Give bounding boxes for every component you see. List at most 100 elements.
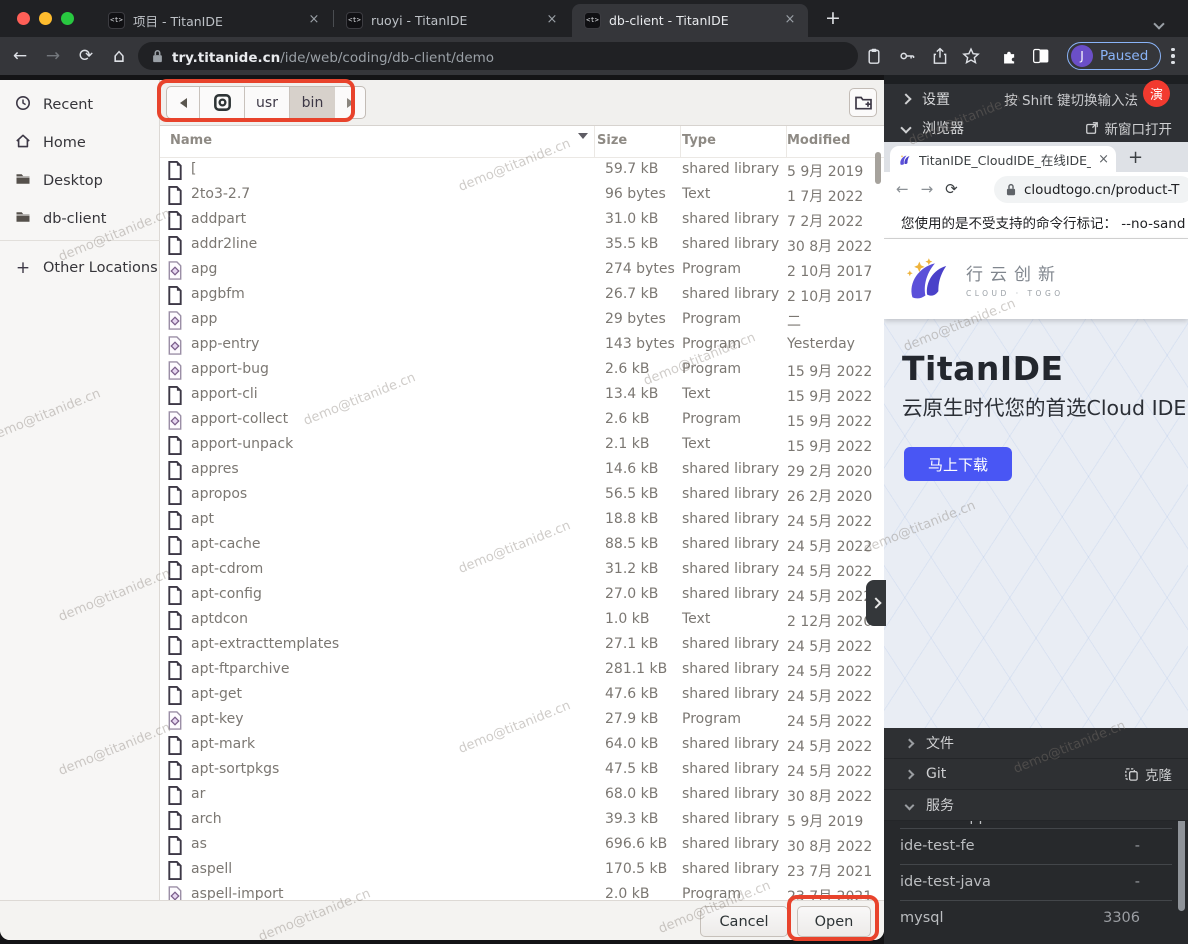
file-row-aspell[interactable]: aspell170.5 kBshared library23 7月 2021 — [160, 858, 884, 883]
file-row-appres[interactable]: appres14.6 kBshared library29 2月 2020 — [160, 458, 884, 483]
file-row-apt-cache[interactable]: apt-cache88.5 kBshared library24 5月 2022 — [160, 533, 884, 558]
file-row-apport-unpack[interactable]: apport-unpack2.1 kBText15 9月 2022 — [160, 433, 884, 458]
file-row-apt-cdrom[interactable]: apt-cdrom31.2 kBshared library24 5月 2022 — [160, 558, 884, 583]
files-section-row[interactable]: 文件 — [884, 728, 1188, 759]
tab-close-icon[interactable]: × — [782, 13, 798, 29]
sidebar-item-home[interactable]: Home — [0, 125, 160, 161]
file-row-[[interactable]: [59.7 kBshared library5 9月 2019 — [160, 158, 884, 183]
demo-badge[interactable]: 演 — [1143, 80, 1170, 107]
sidebar-item-db-client[interactable]: db-client — [0, 201, 160, 237]
computer-location-button[interactable] — [200, 87, 245, 118]
profile-paused-pill[interactable]: J Paused — [1067, 42, 1161, 70]
file-row-apg[interactable]: apg274 bytesProgram2 10月 2017 — [160, 258, 884, 283]
tab-close-icon[interactable]: × — [544, 13, 560, 29]
file-row-apt-ftparchive[interactable]: apt-ftparchive281.1 kBshared library24 5… — [160, 658, 884, 683]
file-row-apt-sortpkgs[interactable]: apt-sortpkgs47.5 kBshared library24 5月 2… — [160, 758, 884, 783]
services-section-row[interactable]: 服务 — [884, 790, 1188, 821]
embedded-tab-close-icon[interactable]: × — [1098, 152, 1109, 167]
open-button[interactable]: Open — [797, 906, 871, 937]
path-segment-bin[interactable]: bin — [290, 87, 335, 118]
embedded-address-bar[interactable]: cloudtogo.cn/product-T — [994, 176, 1188, 203]
file-modified: 30 8月 2022 — [787, 786, 872, 806]
column-header-size[interactable]: Size — [597, 133, 627, 148]
new-folder-button[interactable] — [849, 88, 877, 117]
reload-button[interactable]: ⟳ — [73, 43, 99, 69]
open-new-window-button[interactable]: 新窗口打开 — [1085, 118, 1173, 138]
file-row-apt[interactable]: apt18.8 kBshared library24 5月 2022 — [160, 508, 884, 533]
browser-tab-3[interactable]: <t>db-client - TitanIDE× — [572, 4, 808, 37]
path-forward-button[interactable] — [335, 87, 365, 118]
file-type: shared library — [682, 586, 779, 602]
file-modified: 23 7月 2021 — [787, 886, 872, 900]
embedded-forward-button[interactable]: → — [921, 180, 934, 198]
browser-section-row[interactable]: 浏览器 新窗口打开 — [884, 113, 1188, 142]
bookmark-star-icon[interactable] — [959, 44, 983, 68]
sidebar-item-other-locations[interactable]: + Other Locations — [0, 250, 160, 286]
file-size: 274 bytes — [605, 261, 675, 277]
file-row-apt-config[interactable]: apt-config27.0 kBshared library24 5月 202… — [160, 583, 884, 608]
maximize-window-button[interactable] — [61, 12, 74, 25]
embedded-reload-button[interactable]: ⟳ — [945, 180, 958, 198]
share-icon[interactable] — [928, 44, 952, 68]
file-row-apport-bug[interactable]: apport-bug2.6 kBProgram15 9月 2022 — [160, 358, 884, 383]
file-row-apport-cli[interactable]: apport-cli13.4 kBText15 9月 2022 — [160, 383, 884, 408]
file-row-arch[interactable]: arch39.3 kBshared library5 9月 2019 — [160, 808, 884, 833]
address-bar[interactable]: try.titanide.cn/ide/web/coding/db-client… — [138, 42, 858, 70]
file-list-scrollbar[interactable] — [875, 152, 881, 184]
home-icon — [15, 133, 31, 153]
download-now-button[interactable]: 马上下载 — [904, 447, 1012, 481]
back-button[interactable]: ← — [7, 43, 33, 69]
file-row-apropos[interactable]: apropos56.5 kBshared library26 2月 2020 — [160, 483, 884, 508]
settings-section-row[interactable]: 设置 按 Shift 键切换输入法 — [884, 84, 1188, 113]
services-scrollbar[interactable] — [1178, 816, 1185, 911]
minimize-window-button[interactable] — [39, 12, 52, 25]
panel-collapse-handle[interactable] — [866, 580, 886, 626]
embedded-browser-tab[interactable]: TitanIDE_CloudIDE_在线IDE_ × — [890, 146, 1116, 172]
file-row-apport-collect[interactable]: apport-collect2.6 kBProgram15 9月 2022 — [160, 408, 884, 433]
file-row-app[interactable]: app29 bytesProgram二 — [160, 308, 884, 333]
file-size: 2.1 kB — [605, 436, 649, 452]
file-row-addpart[interactable]: addpart31.0 kBshared library7 2月 2022 — [160, 208, 884, 233]
git-clone-button[interactable]: 克隆 — [1124, 764, 1172, 784]
git-section-row[interactable]: Git 克隆 — [884, 759, 1188, 790]
file-row-apt-mark[interactable]: apt-mark64.0 kBshared library24 5月 2022 — [160, 733, 884, 758]
password-key-icon[interactable] — [895, 44, 919, 68]
file-row-aptdcon[interactable]: aptdcon1.0 kBText2 12月 2020 — [160, 608, 884, 633]
extensions-puzzle-icon[interactable] — [997, 44, 1021, 68]
sidebar-item-desktop[interactable]: Desktop — [0, 163, 160, 199]
file-row-apt-key[interactable]: apt-key27.9 kBProgram24 5月 2022 — [160, 708, 884, 733]
tab-title: 项目 - TitanIDE — [133, 11, 298, 30]
browser-tab-2[interactable]: <t>ruoyi - TitanIDE× — [334, 4, 570, 37]
forward-button[interactable]: → — [40, 43, 66, 69]
cancel-button[interactable]: Cancel — [700, 906, 788, 937]
embedded-new-tab-button[interactable]: + — [1128, 147, 1143, 168]
path-back-button[interactable] — [167, 87, 200, 118]
browser-tab-1[interactable]: <t>项目 - TitanIDE× — [96, 4, 332, 37]
file-row-addr2line[interactable]: addr2line35.5 kBshared library30 8月 2022 — [160, 233, 884, 258]
tab-search-chevron-icon[interactable] — [1155, 13, 1167, 25]
tab-close-icon[interactable]: × — [306, 13, 322, 29]
service-row-mysql[interactable]: mysql3306 — [884, 900, 1188, 936]
file-row-apt-extracttemplates[interactable]: apt-extracttemplates27.1 kBshared librar… — [160, 633, 884, 658]
clipboard-icon[interactable] — [862, 44, 886, 68]
file-row-as[interactable]: as696.6 kBshared library30 8月 2022 — [160, 833, 884, 858]
sidebar-item-recent[interactable]: Recent — [0, 87, 160, 123]
browser-menu-button[interactable] — [1164, 44, 1182, 68]
file-row-apgbfm[interactable]: apgbfm26.7 kBshared library2 10月 2017 — [160, 283, 884, 308]
file-row-aspell-import[interactable]: aspell-import2.0 kBProgram23 7月 2021 — [160, 883, 884, 900]
service-row-ide-test-fe[interactable]: ide-test-fe- — [884, 828, 1188, 864]
close-window-button[interactable] — [17, 12, 30, 25]
new-tab-button[interactable]: + — [821, 7, 845, 31]
column-header-name[interactable]: Name — [170, 133, 212, 148]
column-header-type[interactable]: Type — [682, 133, 716, 148]
service-row-ide-test-java[interactable]: ide-test-java- — [884, 864, 1188, 900]
column-header-modified[interactable]: Modified — [787, 133, 850, 148]
file-row-ar[interactable]: ar68.0 kBshared library30 8月 2022 — [160, 783, 884, 808]
home-button[interactable]: ⌂ — [106, 43, 132, 69]
embedded-back-button[interactable]: ← — [896, 180, 909, 198]
path-segment-usr[interactable]: usr — [245, 87, 290, 118]
file-row-apt-get[interactable]: apt-get47.6 kBshared library24 5月 2022 — [160, 683, 884, 708]
side-panel-icon[interactable] — [1029, 44, 1053, 68]
file-row-2to3-2.7[interactable]: 2to3-2.796 bytesText1 7月 2022 — [160, 183, 884, 208]
file-row-app-entry[interactable]: app-entry143 bytesProgramYesterday — [160, 333, 884, 358]
